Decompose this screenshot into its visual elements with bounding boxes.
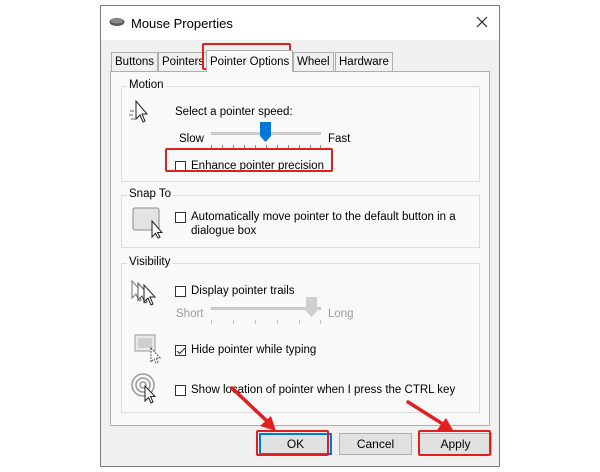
visibility-group: Visibility Display pointer trails Short … bbox=[121, 256, 480, 413]
title-bar: Mouse Properties bbox=[101, 6, 499, 40]
tab-label: Pointer Options bbox=[210, 56, 290, 68]
pointer-speed-icon bbox=[128, 99, 154, 128]
tab-label: Pointers bbox=[162, 56, 205, 68]
tab-pointers[interactable]: Pointers bbox=[158, 52, 209, 71]
motion-group: Motion Select a pointer speed: Slow Fast bbox=[121, 79, 480, 182]
pointer-options-panel: Motion Select a pointer speed: Slow Fast bbox=[110, 71, 490, 426]
snap-to-group: Snap To Automatically move pointer to th… bbox=[121, 188, 480, 248]
snap-to-checkbox[interactable] bbox=[175, 212, 186, 223]
slow-label: Slow bbox=[179, 133, 204, 145]
pointer-trails-checkbox[interactable] bbox=[175, 286, 186, 297]
group-label-visibility: Visibility bbox=[127, 256, 173, 268]
short-label: Short bbox=[176, 308, 204, 320]
pointer-trails-label[interactable]: Display pointer trails bbox=[191, 285, 295, 297]
snap-to-label-line1[interactable]: Automatically move pointer to the defaul… bbox=[191, 211, 456, 223]
snap-to-icon bbox=[132, 207, 166, 242]
tab-pointer-options[interactable]: Pointer Options bbox=[206, 50, 294, 72]
tab-label: Hardware bbox=[339, 56, 389, 68]
tab-wheel[interactable]: Wheel bbox=[293, 52, 334, 71]
slider-ticks bbox=[211, 320, 321, 324]
tab-hardware[interactable]: Hardware bbox=[335, 52, 393, 71]
ok-button[interactable]: OK bbox=[259, 433, 332, 455]
show-location-checkbox[interactable] bbox=[175, 385, 186, 396]
close-icon bbox=[476, 16, 488, 31]
slider-thumb[interactable] bbox=[260, 122, 271, 142]
hide-pointer-label[interactable]: Hide pointer while typing bbox=[191, 344, 316, 356]
tab-label: Wheel bbox=[297, 56, 330, 68]
slider-ticks bbox=[211, 145, 321, 149]
pointer-speed-label: Select a pointer speed: bbox=[175, 106, 293, 118]
slider-track bbox=[211, 307, 321, 310]
arrow-to-apply-icon bbox=[406, 400, 454, 432]
snap-to-label-line2[interactable]: dialogue box bbox=[191, 225, 256, 237]
tab-buttons[interactable]: Buttons bbox=[111, 52, 158, 71]
slider-thumb[interactable] bbox=[306, 297, 317, 317]
mouse-icon bbox=[109, 16, 125, 31]
cancel-button[interactable]: Cancel bbox=[339, 433, 412, 455]
enhance-precision-label[interactable]: Enhance pointer precision bbox=[191, 160, 324, 172]
show-location-icon bbox=[130, 372, 162, 407]
hide-pointer-checkbox[interactable] bbox=[175, 345, 186, 356]
long-label: Long bbox=[328, 308, 354, 320]
group-label-motion: Motion bbox=[127, 79, 166, 91]
window-title: Mouse Properties bbox=[131, 16, 233, 31]
close-button[interactable] bbox=[465, 6, 499, 40]
fast-label: Fast bbox=[328, 133, 351, 145]
arrow-to-ok-icon bbox=[230, 386, 276, 431]
group-label-snap-to: Snap To bbox=[127, 188, 173, 200]
hide-pointer-icon bbox=[134, 334, 164, 367]
tab-label: Buttons bbox=[115, 56, 154, 68]
pointer-trails-icon bbox=[130, 278, 164, 311]
enhance-precision-checkbox[interactable] bbox=[175, 161, 186, 172]
